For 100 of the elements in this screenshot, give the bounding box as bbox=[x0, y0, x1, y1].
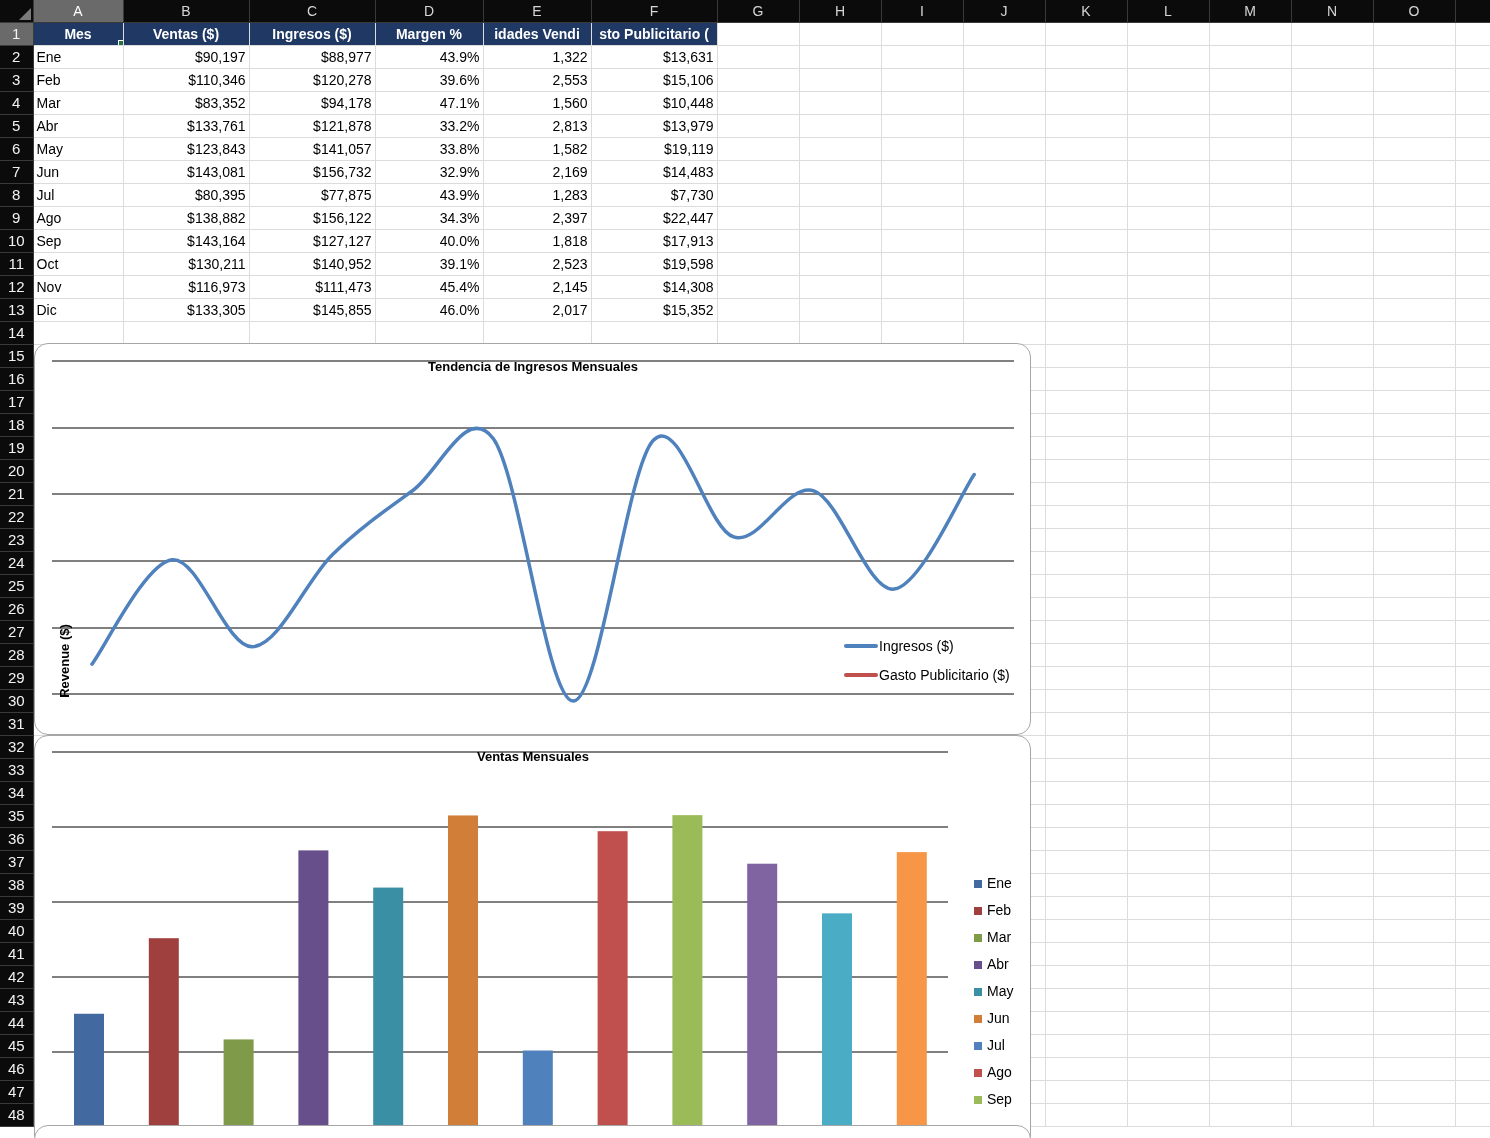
table-cell: 39.6% bbox=[439, 72, 480, 88]
row-number[interactable]: 11 bbox=[0, 252, 33, 276]
column-header[interactable]: F bbox=[591, 0, 717, 23]
table-cell: $13,979 bbox=[662, 118, 714, 134]
row-number[interactable]: 18 bbox=[0, 413, 33, 437]
table-cell: $7,730 bbox=[670, 187, 714, 203]
row-number[interactable]: 15 bbox=[0, 344, 33, 368]
legend-label: May bbox=[987, 983, 1014, 999]
legend-label: Gasto Publicitario ($) bbox=[879, 667, 1010, 683]
column-header[interactable]: M bbox=[1209, 0, 1291, 23]
table-cell: $143,081 bbox=[187, 164, 246, 180]
column-header[interactable]: L bbox=[1127, 0, 1209, 23]
legend-label: Feb bbox=[987, 902, 1012, 918]
row-number[interactable]: 10 bbox=[0, 229, 33, 253]
row-number[interactable]: 48 bbox=[0, 1103, 33, 1127]
column-header[interactable]: J bbox=[963, 0, 1045, 23]
table-cell: 40.0% bbox=[439, 233, 480, 249]
table-cell: Jul bbox=[36, 187, 55, 203]
row-number[interactable]: 23 bbox=[0, 528, 33, 552]
row-number[interactable]: 34 bbox=[0, 781, 33, 805]
row-number[interactable]: 8 bbox=[0, 183, 33, 207]
row-number[interactable]: 45 bbox=[0, 1034, 33, 1058]
row-number[interactable]: 5 bbox=[0, 114, 33, 138]
legend-label: Ene bbox=[987, 875, 1012, 891]
row-number[interactable]: 27 bbox=[0, 620, 33, 644]
row-number[interactable]: 43 bbox=[0, 988, 33, 1012]
table-cell: $111,473 bbox=[315, 279, 372, 295]
table-cell: 39.1% bbox=[439, 256, 480, 272]
legend-label: Ingresos ($) bbox=[879, 638, 954, 654]
column-header[interactable]: B bbox=[123, 0, 249, 23]
table-cell: $80,395 bbox=[194, 187, 246, 203]
row-number[interactable]: 13 bbox=[0, 298, 33, 322]
row-number[interactable]: 25 bbox=[0, 574, 33, 598]
legend-label: Sep bbox=[987, 1091, 1012, 1107]
table-cell: $127,127 bbox=[313, 233, 372, 249]
column-header[interactable]: O bbox=[1373, 0, 1455, 23]
legend-label: Ago bbox=[987, 1064, 1012, 1080]
row-number[interactable]: 14 bbox=[0, 321, 33, 345]
row-number[interactable]: 29 bbox=[0, 666, 33, 690]
table-cell: $121,878 bbox=[313, 118, 372, 134]
row-number[interactable]: 32 bbox=[0, 735, 33, 759]
row-number[interactable]: 41 bbox=[0, 942, 33, 966]
table-cell: $88,977 bbox=[320, 49, 372, 65]
column-header[interactable]: A bbox=[33, 0, 123, 23]
row-number[interactable]: 17 bbox=[0, 390, 33, 414]
table-cell: May bbox=[36, 141, 63, 157]
row-number[interactable]: 26 bbox=[0, 597, 33, 621]
column-header[interactable]: C bbox=[249, 0, 375, 23]
row-number[interactable]: 20 bbox=[0, 459, 33, 483]
chart-title: Tendencia de Ingresos Mensuales bbox=[428, 359, 638, 374]
row-number[interactable]: 2 bbox=[0, 45, 33, 69]
column-header[interactable]: E bbox=[483, 0, 591, 23]
chart-title: Ventas Mensuales bbox=[477, 749, 589, 764]
row-number[interactable]: 6 bbox=[0, 137, 33, 161]
table-cell: $13,631 bbox=[662, 49, 714, 65]
table-cell: $15,352 bbox=[662, 302, 714, 318]
row-number[interactable]: 47 bbox=[0, 1080, 33, 1104]
row-number[interactable]: 19 bbox=[0, 436, 33, 460]
row-number[interactable]: 28 bbox=[0, 643, 33, 667]
table-cell: Jun bbox=[36, 164, 60, 180]
table-cell: $14,308 bbox=[662, 279, 714, 295]
row-number[interactable]: 39 bbox=[0, 896, 33, 920]
row-number[interactable]: 36 bbox=[0, 827, 33, 851]
row-number[interactable]: 33 bbox=[0, 758, 33, 782]
column-header[interactable]: G bbox=[717, 0, 799, 23]
row-number[interactable]: 46 bbox=[0, 1057, 33, 1081]
column-header[interactable]: D bbox=[375, 0, 483, 23]
row-number[interactable]: 40 bbox=[0, 919, 33, 943]
row-number[interactable]: 16 bbox=[0, 367, 33, 391]
column-header[interactable]: H bbox=[799, 0, 881, 23]
legend-label: Jun bbox=[987, 1010, 1010, 1026]
row-number[interactable]: 4 bbox=[0, 91, 33, 115]
row-number[interactable]: 22 bbox=[0, 505, 33, 529]
table-cell: 33.2% bbox=[439, 118, 480, 134]
row-number[interactable]: 12 bbox=[0, 275, 33, 299]
table-cell: $156,732 bbox=[313, 164, 372, 180]
row-number[interactable]: 1 bbox=[0, 22, 33, 46]
table-cell: $19,119 bbox=[663, 141, 714, 157]
row-number[interactable]: 42 bbox=[0, 965, 33, 989]
table-cell: $14,483 bbox=[662, 164, 714, 180]
row-number[interactable]: 9 bbox=[0, 206, 33, 230]
row-number[interactable]: 3 bbox=[0, 68, 33, 92]
select-all-icon[interactable] bbox=[19, 8, 31, 20]
row-number[interactable]: 30 bbox=[0, 689, 33, 713]
row-number[interactable]: 21 bbox=[0, 482, 33, 506]
row-number[interactable]: 31 bbox=[0, 712, 33, 736]
row-number[interactable]: 44 bbox=[0, 1011, 33, 1035]
row-number[interactable]: 24 bbox=[0, 551, 33, 575]
chart-panel[interactable]: Tendencia de Ingresos Mensuales Revenue ($) Ingresos ($) Gasto Publicitario ($) bbox=[34, 343, 1031, 735]
table-cell: 2,813 bbox=[552, 118, 588, 134]
row-number[interactable]: 37 bbox=[0, 850, 33, 874]
row-number[interactable]: 35 bbox=[0, 804, 33, 828]
row-number[interactable]: 7 bbox=[0, 160, 33, 184]
table-cell: 1,818 bbox=[552, 233, 588, 249]
column-header[interactable]: N bbox=[1291, 0, 1373, 23]
column-header[interactable]: I bbox=[881, 0, 963, 23]
row-number[interactable]: 38 bbox=[0, 873, 33, 897]
table-cell: $110,346 bbox=[188, 72, 246, 88]
table-cell: $94,178 bbox=[320, 95, 372, 111]
column-header[interactable]: K bbox=[1045, 0, 1127, 23]
